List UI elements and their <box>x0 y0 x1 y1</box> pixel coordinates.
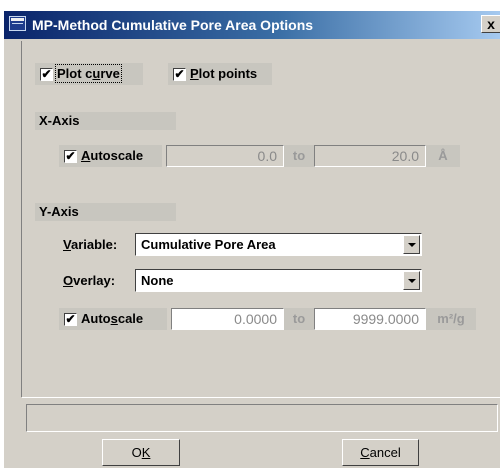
variable-value: Cumulative Pore Area <box>141 237 276 252</box>
variable-dropdown-arrow-icon[interactable] <box>403 235 420 254</box>
y-axis-heading: Y-Axis <box>35 203 176 221</box>
x-autoscale-check-box[interactable]: ✔ <box>64 150 77 163</box>
title-bar[interactable]: MP-Method Cumulative Pore Area Options x <box>4 11 500 39</box>
panel-divider <box>22 397 500 398</box>
ok-button-label: OK <box>131 445 151 460</box>
overlay-dropdown-arrow-icon[interactable] <box>403 271 420 290</box>
plot-curve-check-box[interactable]: ✔ <box>40 68 53 81</box>
plot-curve-label[interactable]: Plot curve <box>55 64 122 83</box>
panel-border <box>21 41 22 397</box>
x-max-field[interactable]: 20.0 <box>314 145 426 167</box>
x-autoscale-checkbox[interactable]: ✔ Autoscale <box>59 145 162 167</box>
variable-label: Variable: <box>63 237 118 252</box>
plot-points-label[interactable]: Plot points <box>190 66 257 81</box>
x-min-field[interactable]: 0.0 <box>166 145 284 167</box>
x-unit-label: Å <box>426 145 460 167</box>
x-autoscale-label[interactable]: Autoscale <box>81 148 143 163</box>
y-to-label: to <box>284 308 314 330</box>
y-max-field[interactable]: 9999.0000 <box>314 308 426 330</box>
y-min-field[interactable]: 0.0000 <box>171 308 284 330</box>
overlay-select[interactable]: None <box>135 269 422 292</box>
y-autoscale-label[interactable]: Autoscale <box>81 311 143 326</box>
app-icon <box>9 16 26 31</box>
status-bar <box>26 404 498 432</box>
x-axis-heading: X-Axis <box>35 112 176 130</box>
close-button[interactable]: x <box>481 15 500 33</box>
ok-button[interactable]: OK <box>102 439 180 466</box>
overlay-value: None <box>141 273 174 288</box>
variable-select[interactable]: Cumulative Pore Area <box>135 233 422 256</box>
y-autoscale-check-box[interactable]: ✔ <box>64 313 77 326</box>
x-to-label: to <box>284 145 314 167</box>
plot-points-checkbox[interactable]: ✔ Plot points <box>168 63 272 85</box>
dialog-window: MP-Method Cumulative Pore Area Options x… <box>3 10 500 468</box>
cancel-button[interactable]: Cancel <box>342 439 419 466</box>
cancel-button-label: Cancel <box>360 445 401 460</box>
y-unit-label: m²/g <box>426 308 476 330</box>
y-autoscale-checkbox[interactable]: ✔ Autoscale <box>59 308 167 330</box>
overlay-label: Overlay: <box>63 273 116 288</box>
window-title: MP-Method Cumulative Pore Area Options <box>32 17 314 33</box>
plot-points-check-box[interactable]: ✔ <box>173 68 186 81</box>
plot-curve-checkbox[interactable]: ✔ Plot curve <box>35 63 143 85</box>
